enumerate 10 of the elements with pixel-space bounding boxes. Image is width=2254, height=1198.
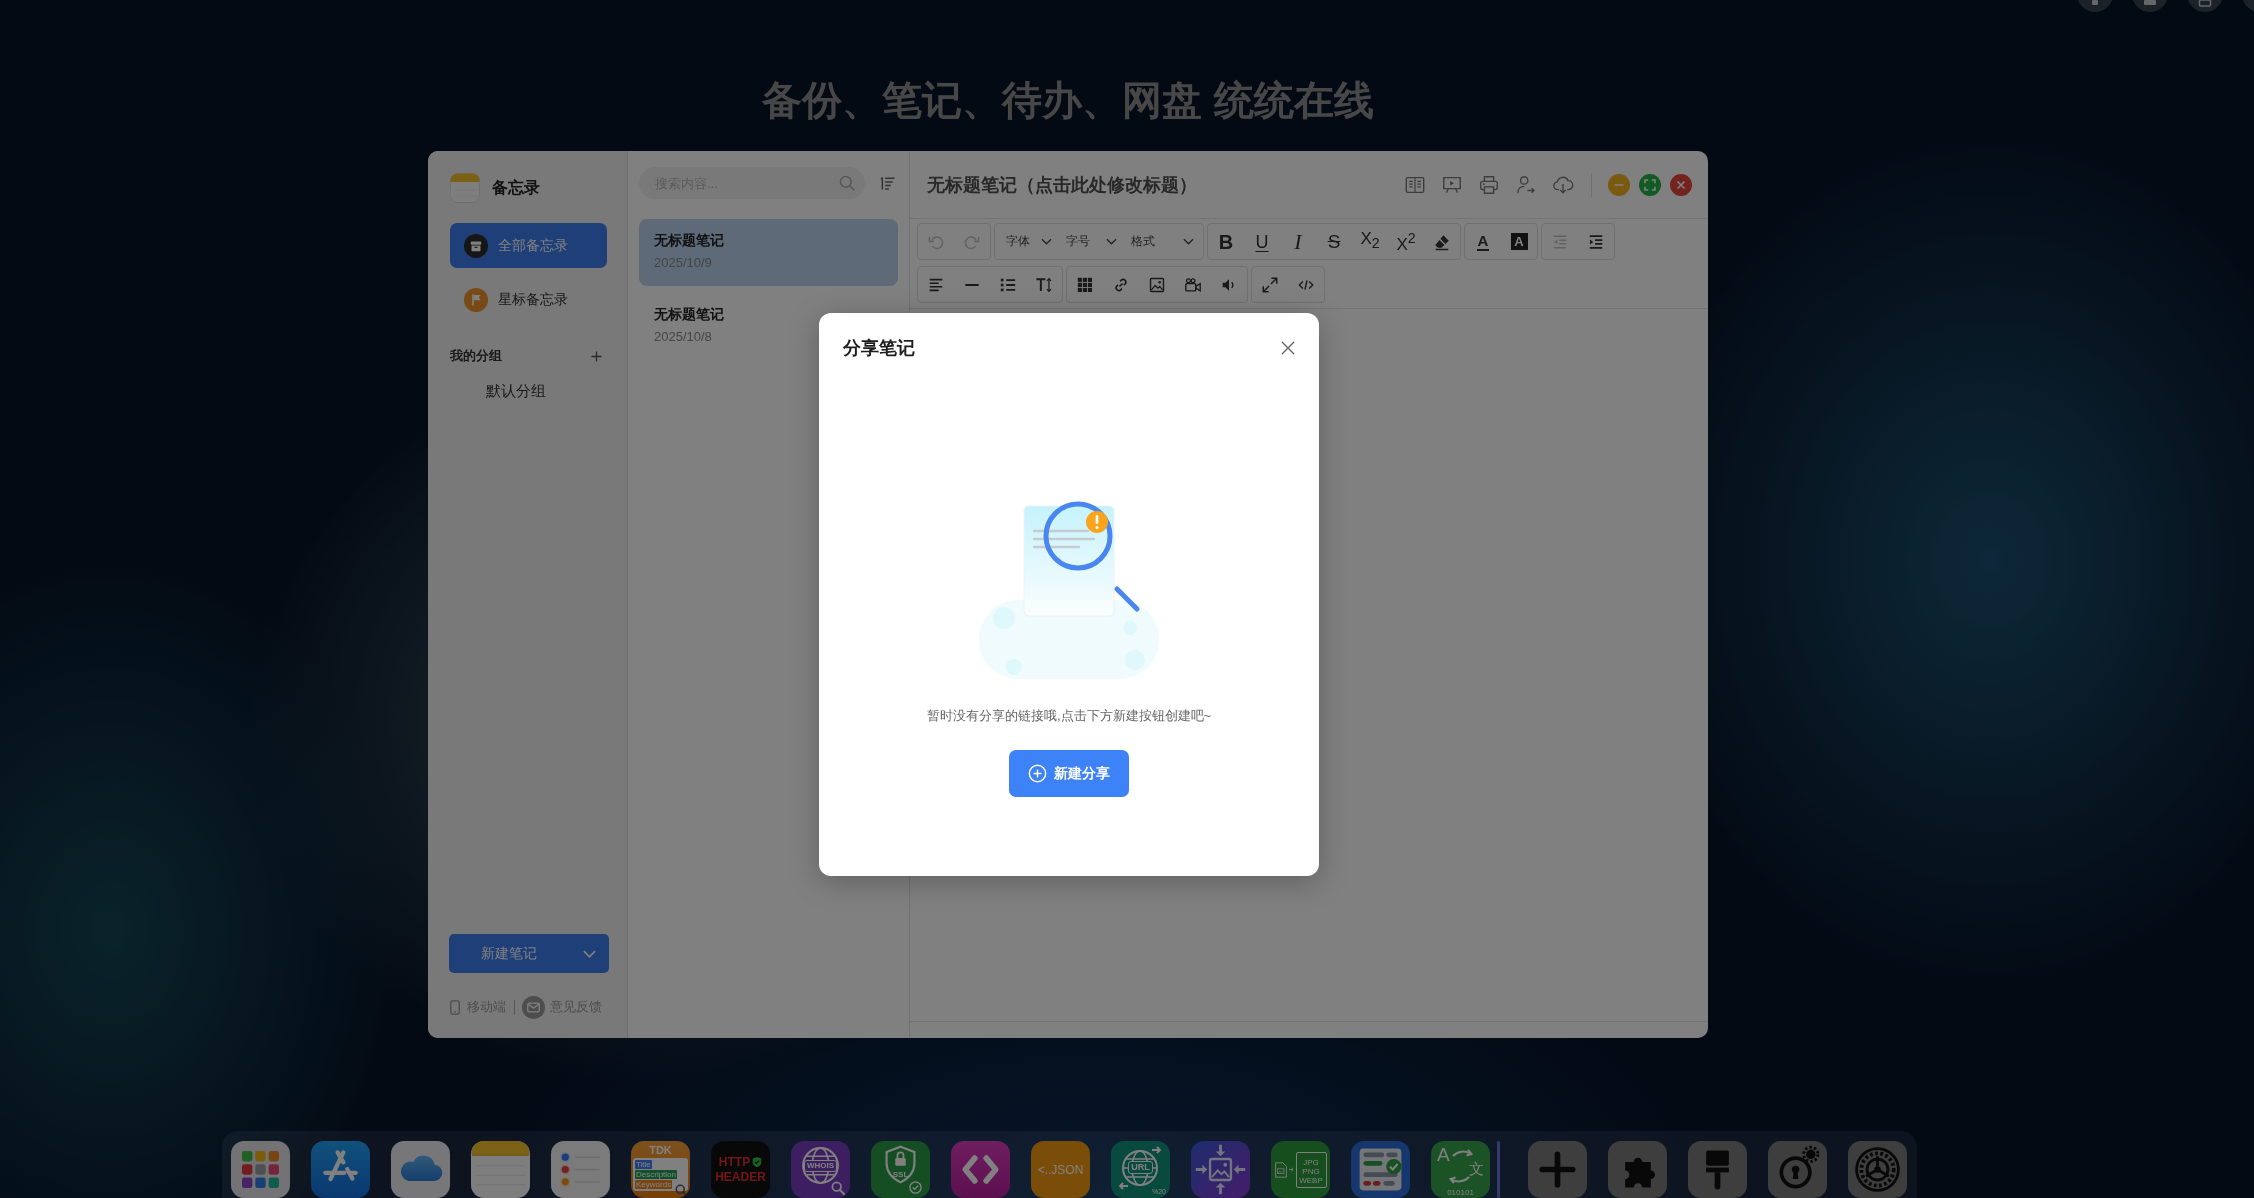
app-name: 备忘录 [492, 177, 540, 198]
empty-state-message: 暂时没有分享的链接哦,点击下方新建按钮创建吧~ [926, 707, 1212, 725]
note-title: 无标题笔记 [654, 305, 724, 324]
note-date: 2025/10/8 [654, 328, 712, 346]
document-card: Title Description Keywords [633, 1158, 688, 1191]
document-card: JPG PNG WEBP [1295, 1151, 1327, 1188]
note-title: 无标题笔记 [654, 231, 724, 250]
dialog-title: 分享笔记 [843, 337, 915, 360]
section-heading: 我的分组 [450, 347, 502, 365]
headline-text: 备份、笔记、待办、网盘 统统在线 [762, 77, 1374, 124]
